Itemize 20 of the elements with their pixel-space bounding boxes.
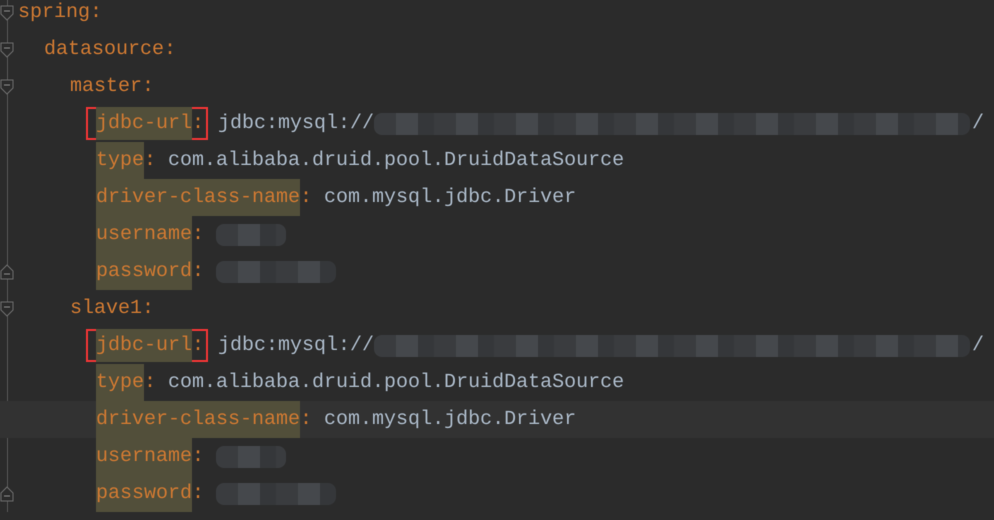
yaml-key: master: (70, 68, 154, 105)
yaml-value: com.mysql.jdbc.Driver (324, 408, 576, 431)
yaml-key: datasource: (44, 31, 176, 68)
fold-start-icon[interactable] (0, 300, 14, 318)
fold-end-icon[interactable] (0, 484, 14, 502)
fold-start-icon[interactable] (0, 78, 14, 96)
yaml-key: slave1: (70, 290, 154, 327)
yaml-value: com.mysql.jdbc.Driver (324, 186, 576, 209)
yaml-value: jdbc:mysql:// (218, 112, 374, 135)
yaml-value: jdbc:mysql:// (218, 334, 374, 357)
yaml-value: / (972, 334, 984, 357)
fold-end-icon[interactable] (0, 262, 14, 280)
fold-start-icon[interactable] (0, 4, 14, 22)
yaml-value: / (972, 112, 984, 135)
fold-start-icon[interactable] (0, 40, 14, 58)
yaml-value: com.alibaba.druid.pool.DruidDataSource (168, 371, 624, 394)
redacted-block (216, 224, 286, 246)
yaml-value: com.alibaba.druid.pool.DruidDataSource (168, 149, 624, 172)
yaml-key: spring: (18, 0, 102, 31)
redacted-block (216, 446, 286, 468)
